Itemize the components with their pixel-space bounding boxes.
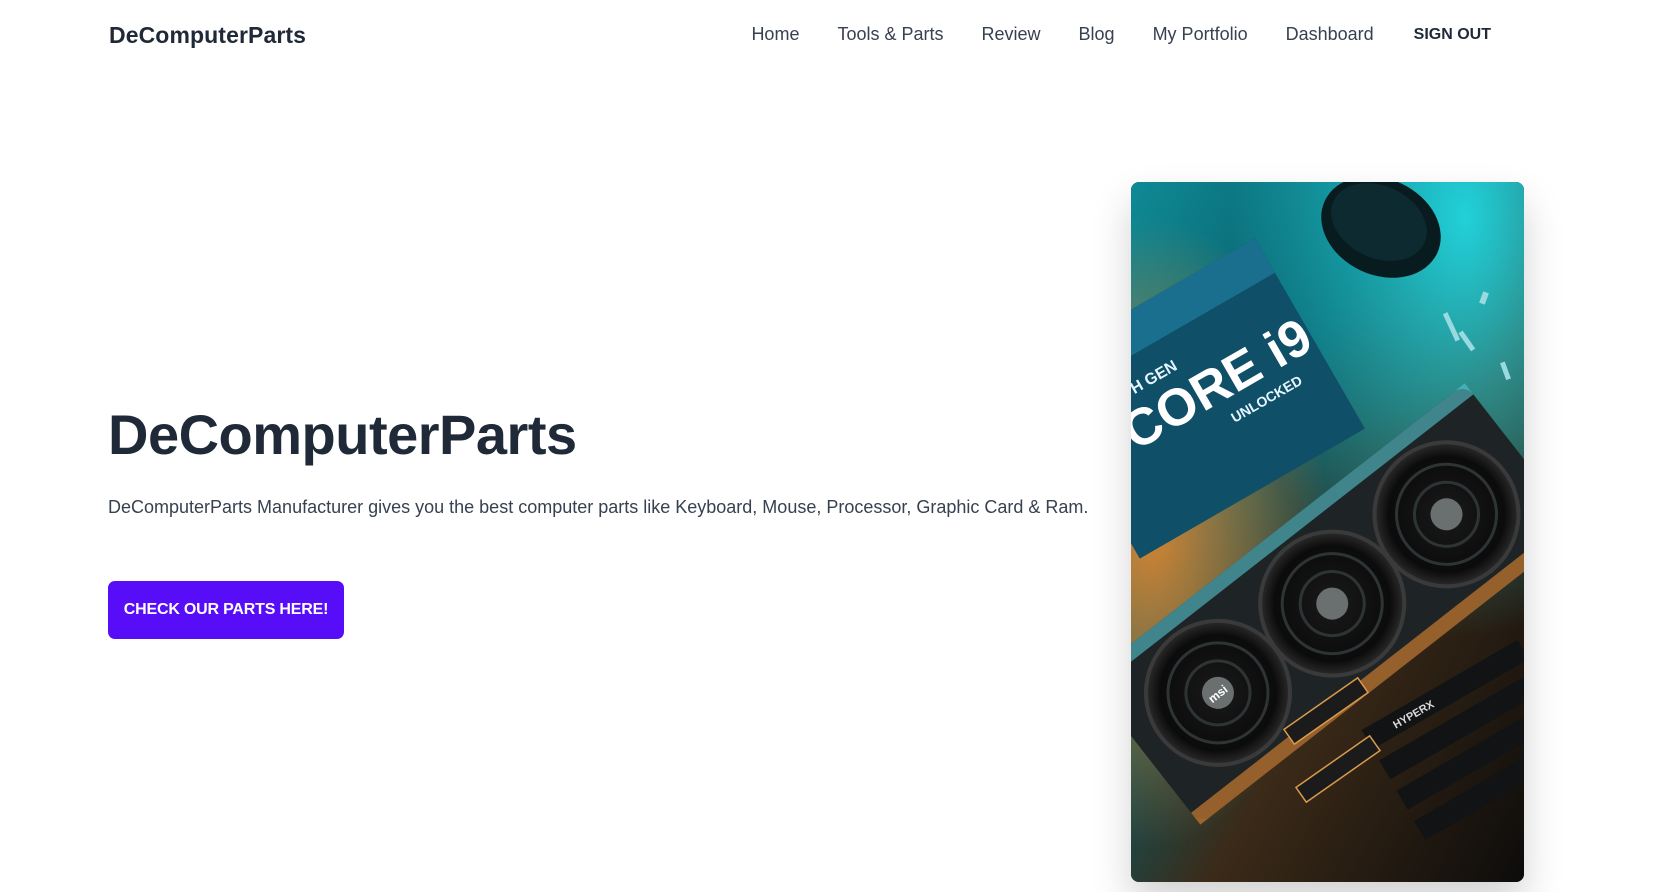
sign-out-button[interactable]: SIGN OUT — [1393, 20, 1505, 50]
nav-link-home[interactable]: Home — [732, 18, 818, 51]
nav-link-blog[interactable]: Blog — [1060, 18, 1134, 51]
nav-menu: Home Tools & Parts Review Blog My Portfo… — [732, 18, 1505, 51]
navbar: DeComputerParts Home Tools & Parts Revie… — [0, 0, 1655, 72]
hero-title: DeComputerParts — [108, 403, 577, 466]
brand-logo[interactable]: DeComputerParts — [109, 22, 306, 49]
nav-link-review[interactable]: Review — [963, 18, 1060, 51]
nav-link-tools-parts[interactable]: Tools & Parts — [818, 18, 962, 51]
hero-image-computer-parts: 10TH GEN CORE i9 UNLOCKED msi HYPERX — [1131, 182, 1524, 882]
nav-link-my-portfolio[interactable]: My Portfolio — [1134, 18, 1267, 51]
nav-link-dashboard[interactable]: Dashboard — [1267, 18, 1393, 51]
check-parts-button[interactable]: CHECK OUR PARTS HERE! — [108, 581, 344, 639]
hero-description: DeComputerParts Manufacturer gives you t… — [108, 497, 1089, 517]
hero-section: DeComputerParts DeComputerParts Manufact… — [0, 72, 1655, 892]
